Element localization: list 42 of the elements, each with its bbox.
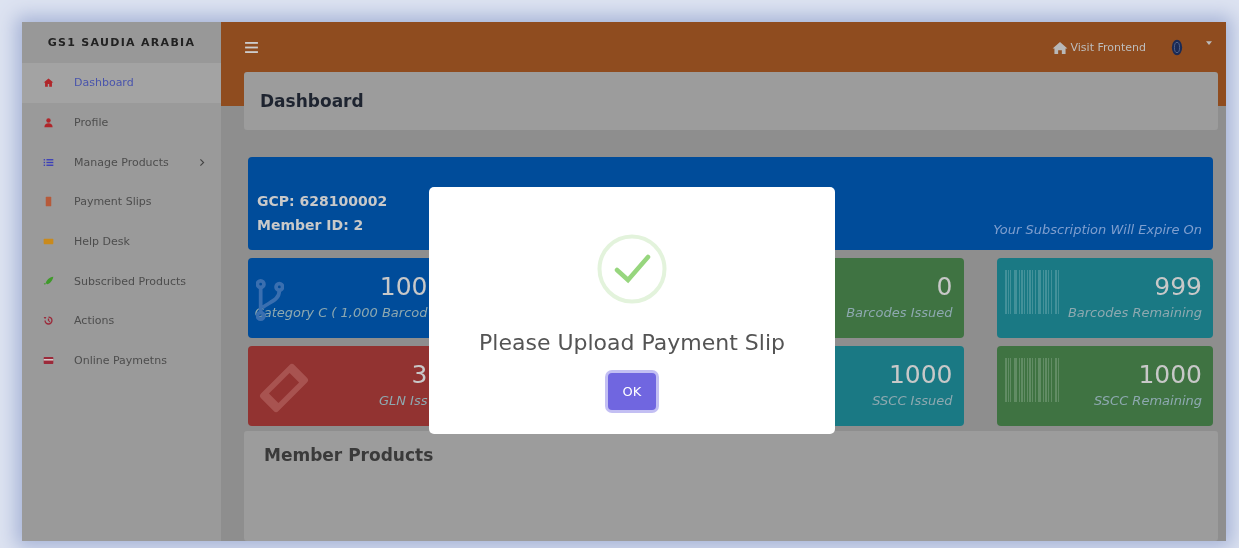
stat-value: 1000	[1138, 359, 1202, 391]
stat-value: 3	[411, 359, 428, 391]
avatar-icon[interactable]	[1171, 37, 1183, 57]
sidebar-item[interactable]: Manage Products	[22, 142, 221, 183]
user-icon	[43, 117, 54, 129]
stat-label: SSCC Remaining	[1094, 393, 1202, 408]
stat-label: SSCC Issued	[872, 393, 953, 408]
barcode-icon	[1004, 358, 1061, 402]
sidebar-item[interactable]: Actions	[22, 301, 221, 341]
dialog-message: Please Upload Payment Slip	[479, 330, 785, 355]
home-icon	[43, 77, 54, 89]
info-text: Member ID: 2	[257, 216, 365, 235]
stat-label: Barcodes Issued	[846, 305, 953, 320]
stat-label: Barcodes Remaining	[1067, 305, 1202, 320]
sidebar-item[interactable]: Help Desk	[22, 221, 221, 262]
home-icon	[1051, 40, 1068, 54]
success-check-icon	[597, 234, 667, 304]
panel-title: Member Products	[264, 445, 434, 465]
history-icon	[43, 315, 54, 327]
sidebar-item[interactable]: Profile	[22, 102, 221, 143]
menu-icon[interactable]	[245, 41, 258, 53]
visit-frontend-link[interactable]: Visit Frontend	[1051, 40, 1146, 54]
sidebar-item[interactable]: Online Paymetns	[22, 340, 221, 381]
card-icon	[43, 355, 54, 367]
sidebar-item[interactable]: Dashboard	[22, 63, 221, 103]
sidebar-item[interactable]: Subscribed Products	[22, 261, 221, 302]
list-icon	[43, 156, 54, 168]
stat-label: Category C ( 1,000 Barcod	[254, 305, 428, 320]
subscription-note: Your Subscription Will Expire On	[993, 222, 1202, 237]
info-text: GCP: 628100002	[257, 192, 388, 211]
chevron-icon	[198, 157, 206, 167]
sidebar-item[interactable]: Payment Slips	[22, 182, 221, 222]
barcode-icon	[1004, 270, 1061, 314]
ok-button[interactable]: OK	[608, 373, 656, 410]
stat-value: 0	[936, 271, 953, 303]
stat-value: 100	[379, 271, 428, 303]
caret-icon[interactable]	[1206, 41, 1212, 45]
slip-icon	[43, 196, 54, 208]
stat-value: 1000	[888, 359, 953, 391]
stat-label: GLN Iss	[378, 393, 428, 408]
page-title: Dashboard	[260, 91, 364, 111]
stat-value: 999	[1154, 271, 1202, 303]
